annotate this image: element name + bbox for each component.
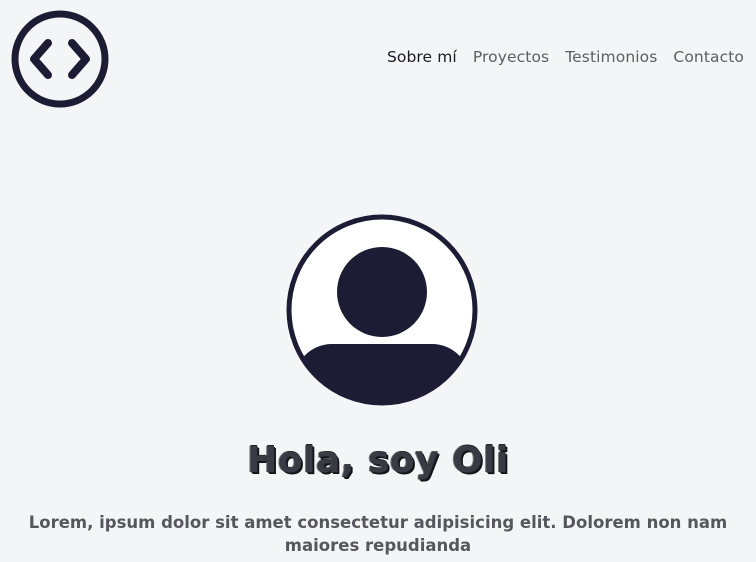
hero-description: Lorem, ipsum dolor sit amet consectetur … bbox=[28, 513, 728, 555]
main-nav: Sobre mí Proyectos Testimonios Contacto bbox=[371, 48, 744, 66]
user-avatar-icon bbox=[286, 214, 478, 406]
nav-item-testimonios[interactable]: Testimonios bbox=[565, 48, 657, 66]
logo-icon[interactable] bbox=[10, 9, 110, 109]
nav-item-contacto[interactable]: Contacto bbox=[673, 48, 744, 66]
page: Sobre mí Proyectos Testimonios Contacto … bbox=[0, 0, 756, 562]
hero-title: Hola, soy Oli bbox=[247, 440, 509, 481]
nav-item-sobre-mi[interactable]: Sobre mí bbox=[387, 48, 457, 66]
nav-item-proyectos[interactable]: Proyectos bbox=[473, 48, 549, 66]
